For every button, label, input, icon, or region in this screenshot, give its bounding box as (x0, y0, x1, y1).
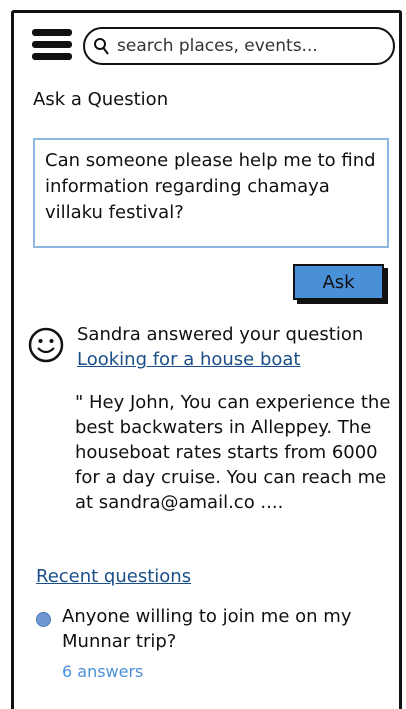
search-icon (94, 38, 109, 55)
smiley-icon (28, 327, 64, 363)
question-input[interactable]: Can someone please help me to find infor… (33, 138, 389, 248)
bullet-dot-icon (36, 612, 51, 627)
hamburger-menu-icon[interactable] (32, 29, 74, 63)
ask-question-heading: Ask a Question (33, 89, 169, 110)
search-bar[interactable] (83, 27, 395, 65)
ask-button[interactable]: Ask (293, 264, 384, 300)
answers-count-link[interactable]: 6 answers (62, 662, 143, 681)
answer-body-text: " Hey John, You can experience the best … (75, 392, 391, 513)
search-input[interactable] (115, 35, 374, 57)
answer-header-text: Sandra answered your question (77, 324, 364, 345)
answered-question-link[interactable]: Looking for a house boat (77, 347, 363, 372)
answer-notification: Sandra answered your question Looking fo… (77, 322, 363, 372)
recent-question-text[interactable]: Anyone willing to join me on my Munnar t… (62, 604, 392, 654)
recent-questions-link[interactable]: Recent questions (36, 566, 191, 587)
